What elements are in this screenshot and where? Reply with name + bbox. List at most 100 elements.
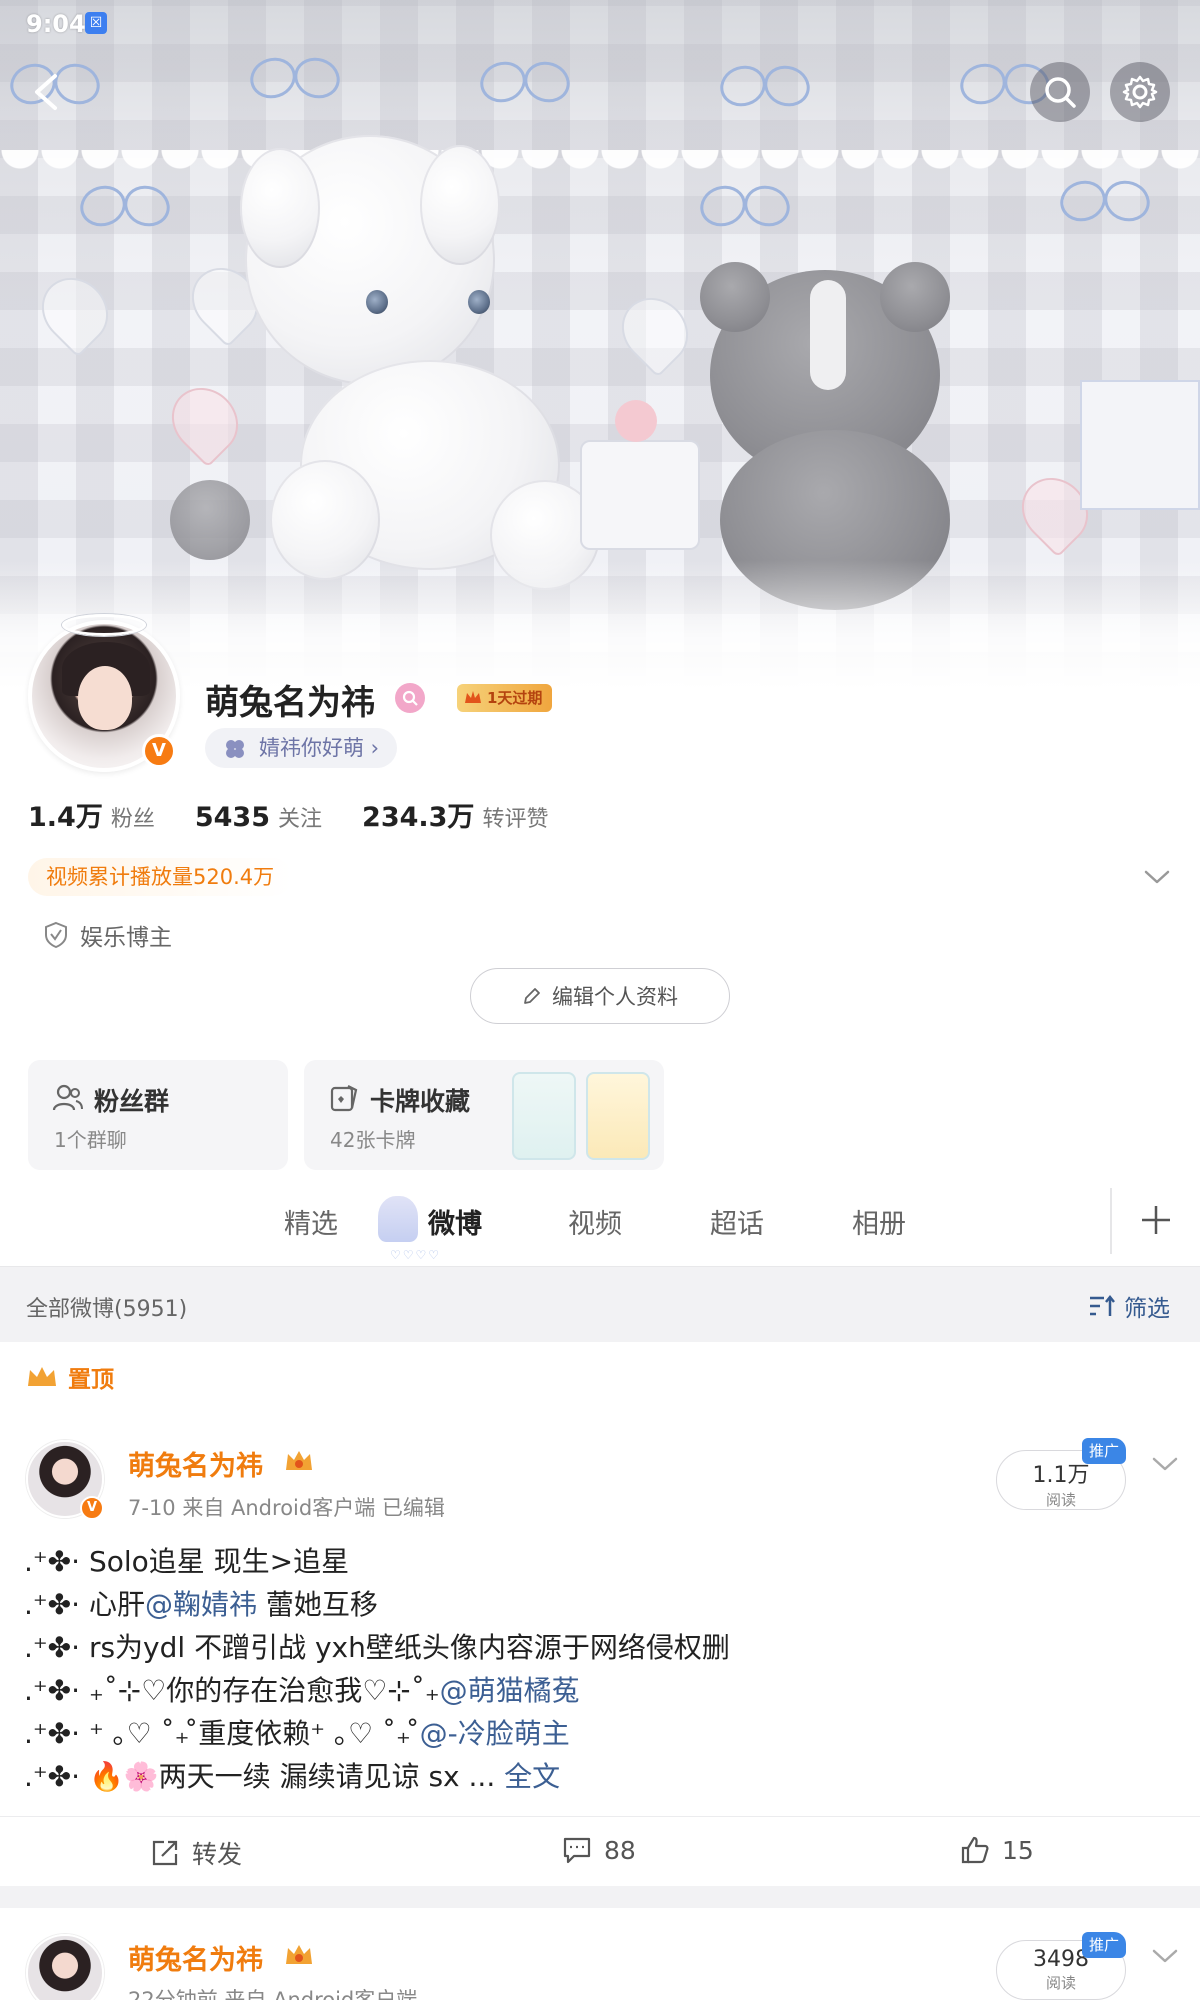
filter-button[interactable]: 筛选 — [1088, 1289, 1170, 1323]
plush-bear-stripe — [810, 280, 846, 390]
vip-badge-label: 1天过期 — [487, 689, 543, 707]
chevron-down-icon[interactable] — [1140, 862, 1174, 892]
post-author-name[interactable]: 萌兔名为祎 — [128, 1444, 263, 1483]
small-bunny — [170, 480, 250, 560]
verified-badge: V — [80, 1496, 104, 1520]
vip-crown-icon — [286, 1451, 312, 1470]
add-tab-icon[interactable] — [1138, 1202, 1174, 1238]
plush-bunny-ear — [240, 148, 320, 268]
filter-icon — [1090, 1294, 1115, 1316]
stat-engagement[interactable]: 234.3万 转评赞 — [362, 795, 548, 834]
repost-button[interactable]: 转发 — [150, 1835, 242, 1871]
mention-link[interactable]: @-冷脸萌主 — [420, 1717, 570, 1750]
post-line: .⁺✤· rs为ydl 不蹭引战 yxh壁纸头像内容源于网络侵权删 — [24, 1626, 1174, 1669]
filter-bar: 全部微博(5951) 筛选 — [0, 1266, 1200, 1342]
search-icon — [1045, 77, 1076, 108]
card-thumbnail[interactable] — [586, 1072, 650, 1160]
profile-page: 9:04 ☒ V 萌兔名为祎 1天过期 婧祎你好萌 › 1.4万 粉丝 5435… — [0, 0, 1200, 2000]
stat-label: 粉丝 — [110, 807, 155, 832]
status-app-icon: ☒ — [85, 12, 107, 34]
profile-stats: 1.4万 粉丝 5435 关注 234.3万 转评赞 — [28, 795, 588, 834]
tab-weibo[interactable]: 微博 — [428, 1202, 482, 1241]
mention-link[interactable]: @萌猫橘菟 — [440, 1674, 580, 1707]
video-play-count[interactable]: 视频累计播放量520.4万 — [28, 858, 293, 896]
post-text: .⁺✤· 心肝 — [24, 1588, 145, 1621]
edit-profile-label: 编辑个人资料 — [552, 985, 678, 1009]
tab-divider — [1110, 1188, 1112, 1254]
profile-role[interactable]: 娱乐博主 — [44, 918, 172, 952]
pencil-icon — [524, 988, 540, 1004]
card-collection-card[interactable]: 卡牌收藏 42张卡牌 — [304, 1060, 664, 1170]
like-button[interactable]: 15 — [960, 1835, 1034, 1865]
heart-decoration — [28, 264, 122, 358]
plush-eye — [366, 290, 388, 314]
bow-decoration — [480, 56, 570, 106]
verified-badge: V — [142, 734, 176, 768]
read-more-link[interactable]: 全文 — [504, 1760, 560, 1793]
all-posts-count[interactable]: 全部微博(5951) — [26, 1291, 187, 1323]
role-label: 娱乐博主 — [80, 925, 172, 951]
post-body[interactable]: .⁺✤· Solo追星 现生>追星 .⁺✤· 心肝@鞠婧祎 蕾她互移 .⁺✤· … — [24, 1540, 1174, 1798]
bow-decoration — [250, 52, 340, 102]
users-icon — [52, 1084, 83, 1111]
post-line: .⁺✤· 🔥🌸两天一续 漏续请见谅 sx ... 全文 — [24, 1755, 1174, 1798]
shield-icon — [45, 921, 67, 949]
card-collection-title: 卡牌收藏 — [370, 1087, 471, 1116]
fan-group-card[interactable]: 粉丝群 1个群聊 — [28, 1060, 288, 1170]
post-actions: 转发 88 15 — [0, 1816, 1200, 1886]
mention-link[interactable]: @鞠婧祎 — [145, 1588, 257, 1621]
plush-bunny-ear — [420, 145, 500, 265]
edit-profile-button[interactable]: 编辑个人资料 — [470, 968, 730, 1024]
post-author-name[interactable]: 萌兔名为祎 — [128, 1938, 263, 1977]
post-meta: 22分钟前 来自 Android客户端 — [128, 1988, 418, 2000]
chevron-down-icon[interactable] — [1150, 1944, 1180, 1968]
settings-button[interactable] — [1110, 62, 1170, 122]
card-thumbnail[interactable] — [512, 1072, 576, 1160]
comment-count: 88 — [604, 1835, 636, 1865]
read-count-label: 阅读 — [1045, 1491, 1076, 1509]
vip-badge[interactable]: 1天过期 — [457, 684, 553, 712]
post-author-avatar[interactable] — [26, 1934, 104, 2000]
plush-bear-ear — [880, 262, 950, 332]
bow-decoration — [1060, 175, 1150, 225]
stat-followers[interactable]: 1.4万 粉丝 — [28, 795, 155, 834]
post-line: .⁺✤· 心肝@鞠婧祎 蕾她互移 — [24, 1583, 1174, 1626]
fan-group-link[interactable]: 婧祎你好萌 › — [205, 728, 398, 768]
read-count-label: 阅读 — [1045, 1974, 1076, 1992]
stat-value: 234.3万 — [362, 802, 475, 833]
comment-button[interactable]: 88 — [562, 1835, 636, 1865]
profile-username: 萌兔名为祎 — [205, 683, 375, 723]
back-button[interactable] — [22, 68, 70, 116]
stat-following[interactable]: 5435 关注 — [195, 801, 322, 833]
bow-decoration — [700, 180, 790, 230]
tab-video[interactable]: 视频 — [568, 1202, 622, 1241]
like-count: 15 — [1002, 1835, 1034, 1865]
filter-label: 筛选 — [1124, 1296, 1170, 1322]
promote-badge[interactable]: 推广 — [1082, 1932, 1126, 1958]
crown-icon — [465, 691, 481, 703]
chevron-down-icon[interactable] — [1150, 1452, 1180, 1476]
heart-decoration — [158, 374, 252, 468]
post-separator — [0, 1886, 1200, 1908]
search-heart-icon — [402, 690, 418, 706]
tab-hearts: ♡♡♡♡ — [390, 1248, 442, 1262]
post-text: .⁺✤· ⁺ ｡♡ ˚₊ ̊重度依赖⁺ ｡♡ ˚₊ ̊ — [24, 1717, 420, 1750]
gift-box-decoration — [1080, 380, 1200, 510]
bow-decoration — [720, 60, 810, 110]
post-line: .⁺✤· ₊˚⊹♡你的存在治愈我♡⊹˚₊@萌猫橘菟 — [24, 1669, 1174, 1712]
profile-tabs: 精选 微博 视频 超话 相册 — [0, 1176, 1200, 1266]
plush-eye — [468, 290, 490, 314]
search-button[interactable] — [1030, 62, 1090, 122]
tab-supertopic[interactable]: 超话 — [710, 1202, 764, 1241]
fan-badge-icon[interactable] — [395, 683, 425, 713]
thumbs-up-icon — [961, 1836, 989, 1864]
post-text: .⁺✤· Solo追星 现生>追星 — [24, 1545, 350, 1578]
plush-bear-ear — [700, 262, 770, 332]
promote-badge[interactable]: 推广 — [1082, 1438, 1126, 1464]
heart-decoration — [608, 284, 702, 378]
tab-featured[interactable]: 精选 — [284, 1202, 338, 1241]
profile-banner[interactable]: 9:04 ☒ — [0, 0, 1200, 690]
banner-fade — [0, 560, 1200, 690]
bow-decoration — [80, 180, 170, 230]
tab-album[interactable]: 相册 — [852, 1202, 906, 1241]
